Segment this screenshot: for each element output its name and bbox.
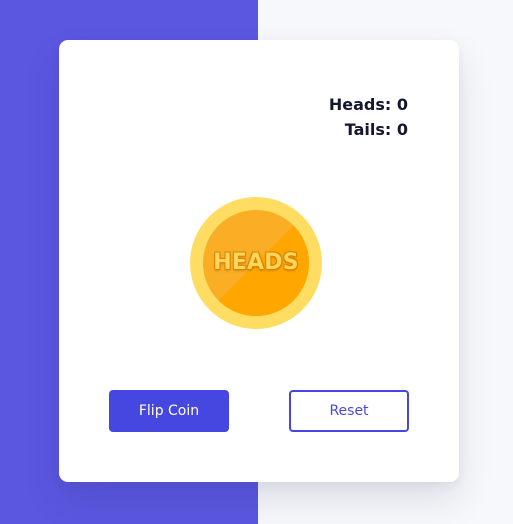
coin-face-label: HEADS — [213, 250, 299, 275]
score-board: Heads: 0 Tails: 0 — [329, 92, 408, 142]
reset-button[interactable]: Reset — [289, 390, 409, 432]
heads-score: Heads: 0 — [328, 95, 408, 114]
coin[interactable]: HEADS — [190, 197, 322, 329]
coin-flip-card: Heads: 0 Tails: 0 HEADS Flip Coin Reset — [59, 40, 459, 482]
flip-coin-button[interactable]: Flip Coin — [109, 390, 229, 432]
tails-score: Tails: 0 — [344, 120, 408, 139]
